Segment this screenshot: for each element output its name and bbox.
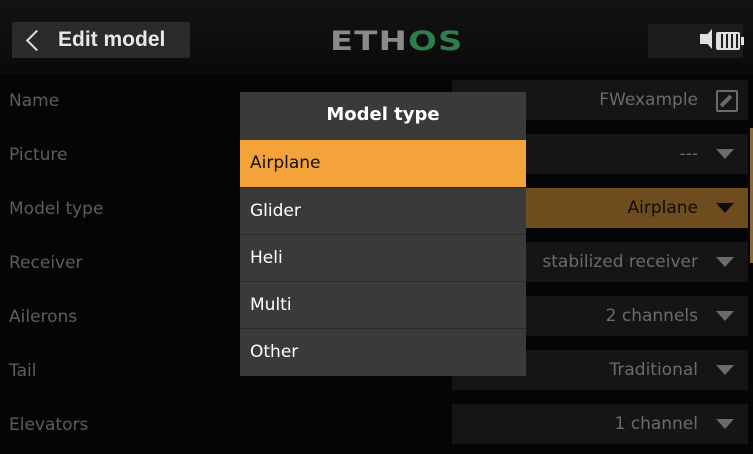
row-label: Receiver <box>9 253 83 273</box>
popup-title: Model type <box>326 104 440 125</box>
option-airplane[interactable]: Airplane <box>240 140 526 187</box>
option-heli[interactable]: Heli <box>240 234 526 281</box>
elevators-select[interactable]: 1 channel <box>452 404 748 444</box>
option-multi[interactable]: Multi <box>240 281 526 328</box>
battery-icon <box>716 32 744 50</box>
row-label: Model type <box>9 199 104 219</box>
back-button[interactable]: Edit model <box>12 22 190 58</box>
row-label: Elevators <box>9 415 89 435</box>
ethos-logo: ETH OS <box>330 25 464 57</box>
dropdown-arrow-icon <box>716 365 734 375</box>
edit-icon[interactable] <box>716 90 738 112</box>
dropdown-arrow-icon <box>716 419 734 429</box>
row-label: Tail <box>9 361 37 381</box>
row-elevators: Elevators 1 channel <box>0 398 753 452</box>
status-area[interactable] <box>648 24 744 58</box>
dropdown-arrow-icon <box>716 203 734 213</box>
dropdown-arrow-icon <box>716 311 734 321</box>
row-label: Ailerons <box>9 307 78 327</box>
dropdown-arrow-icon <box>716 257 734 267</box>
option-other[interactable]: Other <box>240 328 526 375</box>
page-title: Edit model <box>58 28 166 51</box>
top-bar: Edit model ETH OS <box>0 0 753 74</box>
row-label: Name <box>9 91 60 111</box>
option-glider[interactable]: Glider <box>240 187 526 234</box>
back-chevron-icon <box>25 29 48 51</box>
row-label: Picture <box>9 145 68 165</box>
speaker-icon <box>700 29 712 49</box>
dropdown-arrow-icon <box>716 149 734 159</box>
model-type-popup: Model type Airplane Glider Heli Multi Ot… <box>240 92 526 376</box>
